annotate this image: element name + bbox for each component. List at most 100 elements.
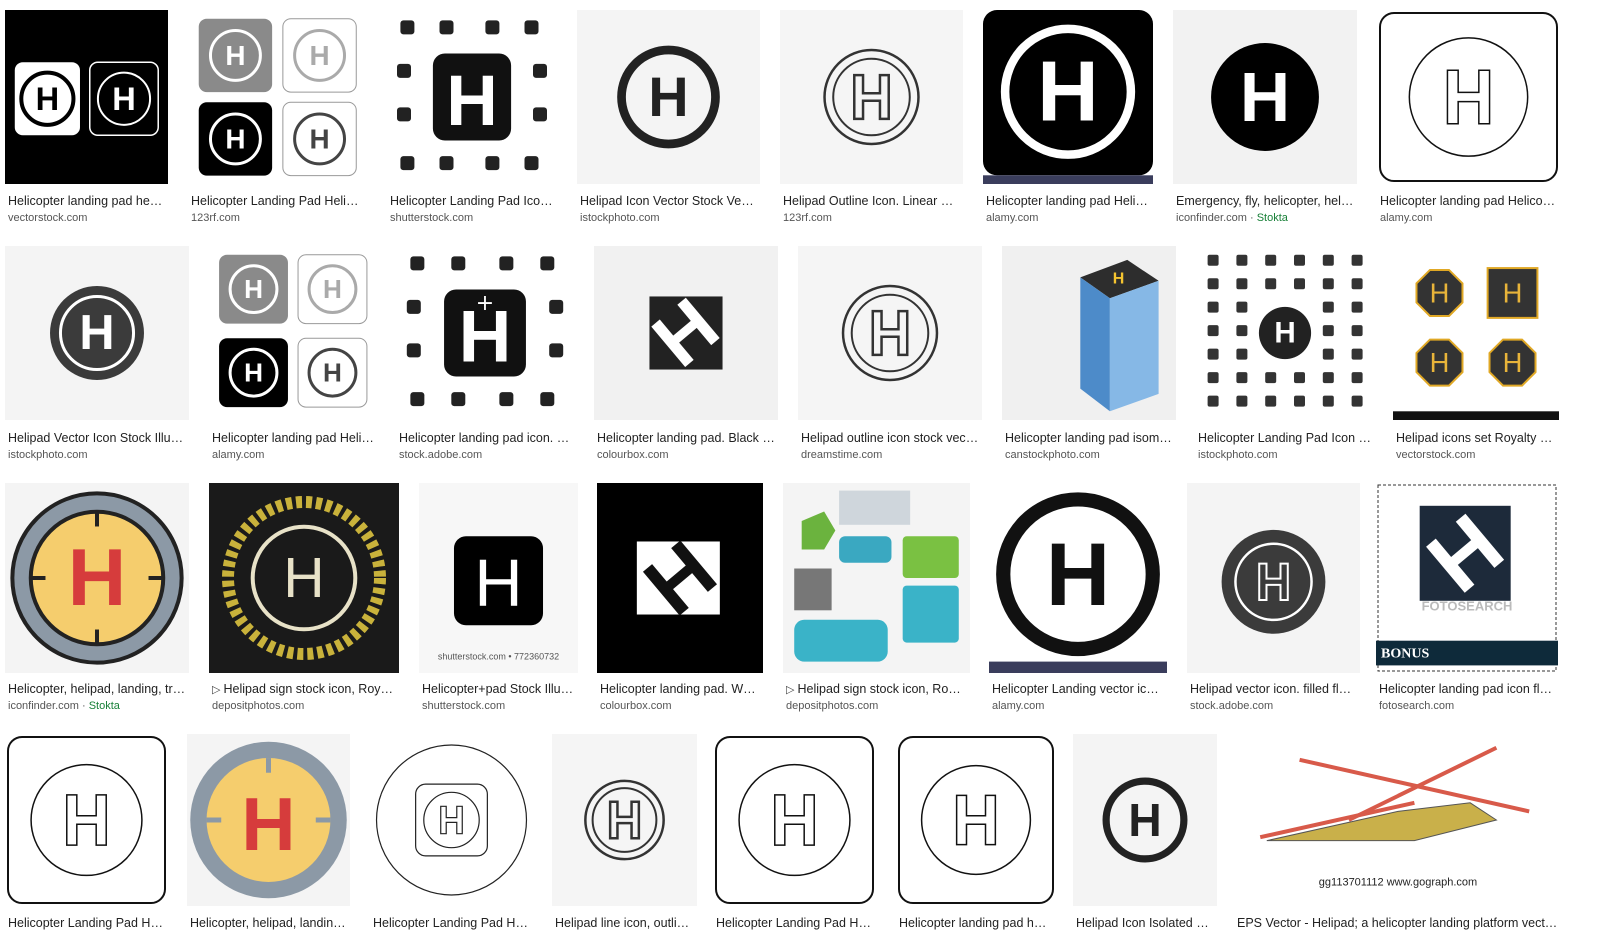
result-source[interactable]: alamy.com — [986, 211, 1150, 225]
result-source[interactable]: alamy.com — [1380, 211, 1557, 225]
helipad-icon-thumbnail[interactable]: H — [1173, 10, 1357, 184]
result-source-author[interactable]: Stokta — [89, 700, 120, 712]
helipad-icon-thumbnail[interactable]: H — [1195, 246, 1375, 420]
helipad-icon-thumbnail[interactable]: H H H H — [188, 10, 367, 184]
helipad-icon-thumbnail[interactable]: H — [5, 483, 189, 673]
result-caption[interactable]: Helicopter landing pad. Black … — [597, 430, 775, 446]
result-caption[interactable]: ▷ Helipad sign stock icon, Roy… — [212, 681, 396, 698]
helipad-icon-thumbnail[interactable] — [552, 734, 697, 906]
helipad-icon-thumbnail[interactable] — [780, 10, 963, 184]
result-source[interactable]: alamy.com — [992, 699, 1164, 713]
result-source[interactable]: depositphotos.com — [212, 699, 396, 713]
result-caption[interactable]: Helipad Outline Icon. Linear S… — [783, 193, 960, 209]
result-source-domain: alamy.com — [992, 700, 1045, 712]
result-source[interactable]: istockphoto.com — [8, 448, 186, 462]
result-source[interactable]: shutterstock.com — [422, 699, 575, 713]
result-source[interactable]: depositphotos.com — [786, 699, 967, 713]
result-source[interactable]: istockphoto.com — [580, 211, 757, 225]
result-caption[interactable]: Helicopter landing pad isom… — [1005, 430, 1173, 446]
helipad-icon-thumbnail[interactable] — [5, 734, 168, 906]
result-source[interactable]: alamy.com — [212, 448, 374, 462]
result-source[interactable]: shutterstock.com — [390, 211, 554, 225]
helipad-icon-thumbnail[interactable]: H shutterstock.com • 772360732 — [419, 483, 578, 673]
result-caption-text: Helipad vector icon. filled fl… — [1190, 682, 1352, 696]
result-caption[interactable]: Helicopter+pad Stock Illu… — [422, 681, 575, 697]
helipad-icon-thumbnail[interactable]: H — [983, 10, 1153, 184]
result-source[interactable]: 123rf.com — [783, 211, 960, 225]
result-caption[interactable]: Helicopter Landing Pad Helic… — [191, 193, 364, 209]
helipad-icon-thumbnail[interactable]: H — [209, 483, 399, 673]
result-caption[interactable]: Helicopter landing pad. W… — [600, 681, 760, 697]
result-caption[interactable]: ▷ Helipad sign stock icon, Roy… — [786, 681, 967, 698]
helipad-icon-thumbnail[interactable]: H FOTOSEARCH BONUS — [1376, 483, 1558, 673]
helipad-icon-thumbnail[interactable]: H H H H — [1393, 246, 1559, 420]
result-caption[interactable]: Helicopter landing pad h… — [899, 915, 1053, 931]
result-source[interactable]: dreamstime.com — [801, 448, 979, 462]
result-caption[interactable]: Helipad vector icon. filled fl… — [1190, 681, 1357, 697]
helipad-icon-thumbnail[interactable]: H H H H — [209, 246, 377, 420]
result-caption[interactable]: Helicopter Landing vector ico… — [992, 681, 1164, 697]
result-source[interactable]: fotosearch.com — [1379, 699, 1555, 713]
result-source[interactable]: stock.adobe.com — [1190, 699, 1357, 713]
helipad-icon-thumbnail[interactable]: H — [387, 10, 557, 184]
helipad-icon-thumbnail[interactable]: H + — [396, 246, 574, 420]
helipad-icon-thumbnail[interactable] — [370, 734, 533, 906]
result-caption[interactable]: Helicopter landing pad icon. … — [399, 430, 571, 446]
helipad-icon-thumbnail[interactable] — [1377, 10, 1560, 184]
helipad-icon-thumbnail[interactable] — [713, 734, 876, 906]
result-source[interactable]: stock.adobe.com — [399, 448, 571, 462]
result-source-domain: vectorstock.com — [8, 212, 88, 224]
result-caption-text: Helicopter Landing Pad H… — [716, 916, 871, 930]
result-caption-text: Helicopter landing pad icon fl… — [1379, 682, 1553, 696]
helicopter-thumbnail[interactable]: gg113701112 www.gograph.com — [1234, 734, 1562, 906]
result-source[interactable]: vectorstock.com — [8, 211, 165, 225]
result-caption[interactable]: Helipad outline icon stock vect… — [801, 430, 979, 446]
result-source[interactable]: 123rf.com — [191, 211, 364, 225]
helipad-icon-thumbnail[interactable]: H — [989, 483, 1167, 673]
h-icon-with-medical-icons-icon: H — [387, 10, 557, 184]
result-caption[interactable]: Helicopter landing pad Heli… — [212, 430, 374, 446]
result-caption[interactable]: Helicopter landing pad icon fl… — [1379, 681, 1555, 697]
result-caption[interactable]: Helicopter landing pad Helico… — [1380, 193, 1557, 209]
helipad-icon-thumbnail[interactable]: H — [5, 246, 189, 420]
result-caption-text: Helicopter landing pad. Black … — [597, 431, 775, 445]
helipad-icon-thumbnail[interactable] — [1187, 483, 1360, 673]
helipad-icon-thumbnail[interactable]: H — [577, 10, 760, 184]
result-caption[interactable]: Helipad Icon Isolated … — [1076, 915, 1214, 931]
helipad-icon-thumbnail[interactable] — [783, 483, 970, 673]
helipad-icon-thumbnail[interactable]: H — [1002, 246, 1176, 420]
result-source[interactable]: vectorstock.com — [1396, 448, 1556, 462]
result-caption[interactable]: Helipad Vector Icon Stock Illu… — [8, 430, 186, 446]
result-caption[interactable]: Helicopter, helipad, landing, tr… — [8, 681, 186, 697]
result-caption[interactable]: Helicopter landing pad hel… — [8, 193, 165, 209]
helipad-icon-thumbnail[interactable]: H — [594, 246, 778, 420]
result-caption[interactable]: Emergency, fly, helicopter, hel… — [1176, 193, 1354, 209]
result-caption[interactable]: Helicopter Landing Pad Ico… — [390, 193, 554, 209]
result-caption[interactable]: Helicopter Landing Pad H… — [8, 915, 165, 931]
result-source-author[interactable]: Stokta — [1257, 212, 1288, 224]
result-source[interactable]: colourbox.com — [600, 699, 760, 713]
result-caption[interactable]: Helipad Icon Vector Stock Vec… — [580, 193, 757, 209]
helipad-icon-thumbnail[interactable] — [896, 734, 1056, 906]
helipad-icon-thumbnail[interactable]: H — [1073, 734, 1217, 906]
result-caption[interactable]: Helicopter Landing Pad H… — [716, 915, 873, 931]
helipad-icon-thumbnail[interactable]: H — [187, 734, 350, 906]
result-caption[interactable]: Helicopter, helipad, landin… — [190, 915, 347, 931]
result-source[interactable]: iconfinder.com · Stokta — [1176, 211, 1354, 225]
result-source[interactable]: iconfinder.com · Stokta — [8, 699, 186, 713]
result-caption[interactable]: Helicopter Landing Pad Icon … — [1198, 430, 1372, 446]
result-caption[interactable]: Helipad line icon, outli… — [555, 915, 694, 931]
result-caption[interactable]: Helicopter Landing Pad H… — [373, 915, 530, 931]
video-play-icon: ▷ — [786, 684, 798, 696]
result-caption[interactable]: EPS Vector - Helipad; a helicopter landi… — [1237, 915, 1559, 931]
result-caption[interactable]: Helipad icons set Royalty … — [1396, 430, 1556, 446]
result-source[interactable]: istockphoto.com — [1198, 448, 1372, 462]
svg-text:H: H — [225, 123, 245, 154]
result-caption-text: Helipad line icon, outli… — [555, 916, 690, 930]
result-caption[interactable]: Helicopter landing pad Heli… — [986, 193, 1150, 209]
result-source[interactable]: canstockphoto.com — [1005, 448, 1173, 462]
helipad-icon-thumbnail[interactable]: H H — [5, 10, 168, 184]
helipad-icon-thumbnail[interactable] — [798, 246, 982, 420]
result-source[interactable]: colourbox.com — [597, 448, 775, 462]
helipad-icon-thumbnail[interactable]: H — [597, 483, 763, 673]
